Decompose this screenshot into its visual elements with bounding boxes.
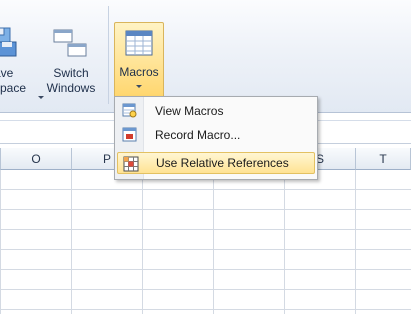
chevron-down-icon (38, 96, 44, 99)
menu-item-label: Record Macro... (155, 128, 241, 142)
column-header-t[interactable]: T (356, 148, 411, 170)
relative-references-icon (123, 156, 139, 172)
switch-windows-icon (53, 29, 87, 57)
cell-grid[interactable] (0, 170, 411, 314)
menu-item-label: Use Relative References (156, 156, 289, 170)
macros-icon (125, 30, 153, 56)
switch-windows-button[interactable]: Switch Windows (38, 24, 104, 99)
macros-label: Macros (119, 65, 159, 79)
menu-item-record-macro[interactable]: Record Macro... (115, 124, 317, 146)
save-workspace-icon (0, 27, 17, 57)
chevron-down-icon (136, 85, 142, 89)
column-header-o[interactable]: O (1, 148, 72, 170)
switch-windows-label-1: Switch (53, 66, 89, 80)
save-workspace-label-2: space (0, 81, 27, 95)
menu-item-label: View Macros (155, 104, 224, 118)
macros-menu: View Macros Record Macro... Use Relative… (114, 96, 318, 180)
save-workspace-label-1: ave (0, 66, 14, 80)
menu-item-use-relative-references[interactable]: Use Relative References (117, 152, 315, 174)
record-macro-icon (122, 127, 137, 142)
view-macros-icon (122, 103, 137, 118)
macros-button[interactable]: Macros (114, 22, 164, 98)
ribbon-separator (108, 6, 109, 104)
menu-item-view-macros[interactable]: View Macros (115, 100, 317, 122)
switch-windows-label-2: Windows (46, 81, 96, 95)
